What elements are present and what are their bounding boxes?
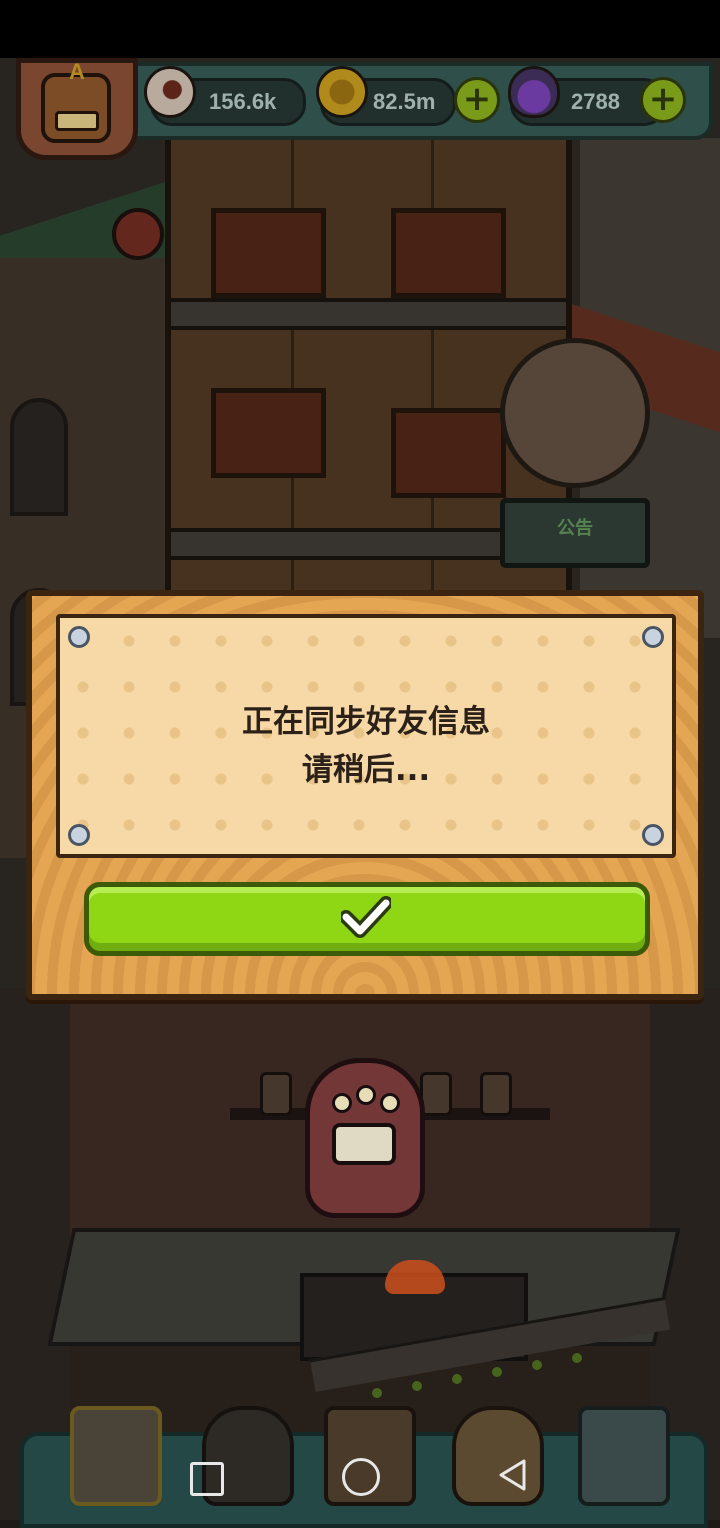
avatar-letter: A [69,59,85,84]
eye-resource-value: 156.6k [209,89,277,114]
message-line-2: 请稍后... [301,752,431,788]
dialog-message: 正在同步好友信息 请稍后... [60,698,672,794]
potion-resource-value: 2788 [571,89,620,114]
screw-icon [68,626,90,648]
confirm-button[interactable] [84,882,650,956]
teeth [55,111,99,131]
status-bar [0,0,720,58]
add-potions-button[interactable]: + [640,77,686,123]
eyeball-icon [144,66,196,118]
resource-bar: 156.6k 82.5m + 2788 + [120,62,713,140]
recent-apps-icon[interactable] [190,1462,224,1496]
system-nav-bar [0,1440,720,1520]
coin-resource-value: 82.5m [373,89,436,114]
coin-icon [316,66,368,118]
screw-icon [68,824,90,846]
home-icon[interactable] [342,1458,380,1496]
back-icon[interactable] [496,1458,528,1492]
top-hud: 156.6k 82.5m + 2788 + A [0,58,720,160]
player-avatar[interactable]: A [16,58,138,160]
checkmark-icon [341,896,391,938]
screw-icon [642,626,664,648]
dialog-paper: 正在同步好友信息 请稍后... [56,614,676,858]
add-coins-button[interactable]: + [454,77,500,123]
potion-icon [508,66,560,118]
screw-icon [642,824,664,846]
sync-dialog: 正在同步好友信息 请稍后... [26,590,704,1000]
message-line-1: 正在同步好友信息 [242,704,490,740]
